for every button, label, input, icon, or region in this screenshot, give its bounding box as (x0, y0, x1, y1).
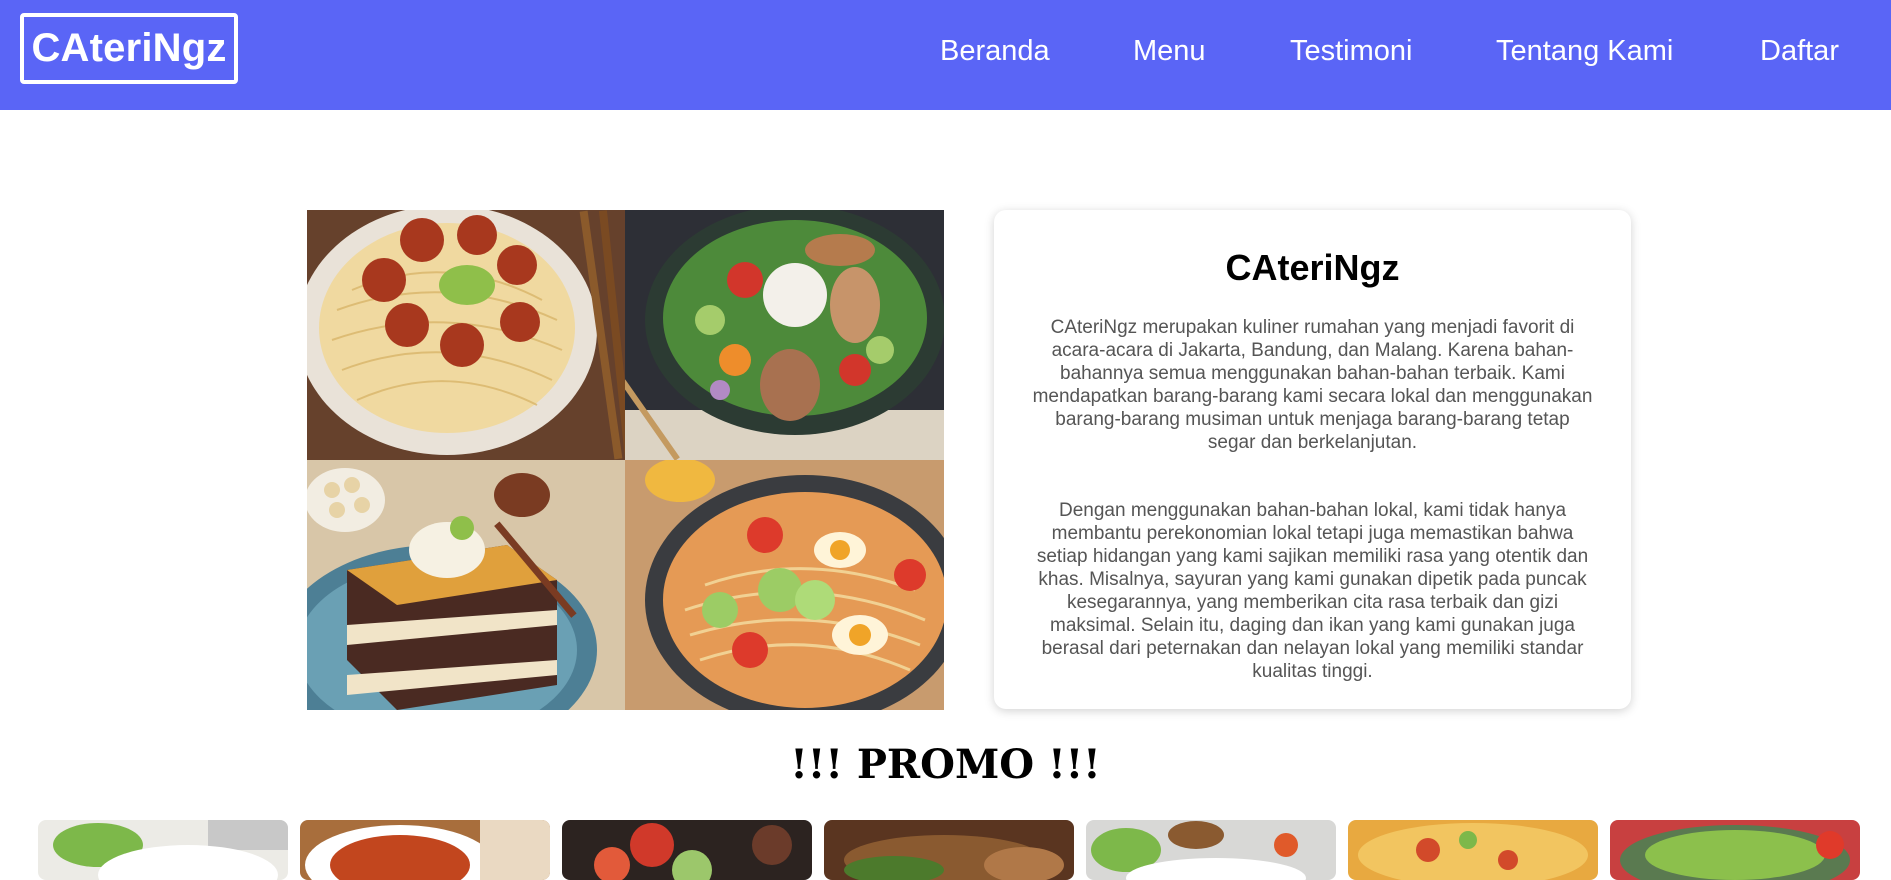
ramen-bowl-photo (625, 460, 944, 710)
nav-daftar[interactable]: Daftar (1760, 30, 1839, 72)
cake-slice-photo (307, 460, 625, 710)
nav-menu[interactable]: Menu (1133, 30, 1206, 72)
promo-card-1-image (38, 820, 288, 880)
promo-card-4-image (824, 820, 1074, 880)
promo-card-5-image (1086, 820, 1336, 880)
salad-bowl-photo (625, 210, 944, 460)
promo-card-7-image (1610, 820, 1860, 880)
brand-logo[interactable]: CAteriNgz (20, 13, 238, 84)
nav-beranda[interactable]: Beranda (940, 30, 1050, 72)
promo-card-5[interactable] (1086, 820, 1336, 880)
promo-title: !!! PROMO !!! (790, 741, 1101, 788)
promo-card-7[interactable] (1610, 820, 1860, 880)
promo-card-3-image (562, 820, 812, 880)
promo-card-row (38, 820, 1868, 880)
promo-card-6-image (1348, 820, 1598, 880)
promo-card-6[interactable] (1348, 820, 1598, 880)
nav-testimoni[interactable]: Testimoni (1290, 30, 1413, 72)
about-card: CAteriNgz CAteriNgz merupakan kuliner ru… (994, 210, 1631, 709)
nav-tentang-kami[interactable]: Tentang Kami (1496, 30, 1673, 72)
promo-card-1[interactable] (38, 820, 288, 880)
navbar: CAteriNgz Beranda Menu Testimoni Tentang… (0, 0, 1891, 110)
promo-card-2[interactable] (300, 820, 550, 880)
hero-food-collage-image (307, 210, 944, 710)
promo-card-3[interactable] (562, 820, 812, 880)
about-title: CAteriNgz (1225, 247, 1400, 288)
promo-card-4[interactable] (824, 820, 1074, 880)
spaghetti-meatballs-photo (307, 210, 625, 460)
about-paragraph-2: Dengan menggunakan bahan-bahan lokal, ka… (1036, 500, 1589, 682)
about-paragraph-1: CAteriNgz merupakan kuliner rumahan yang… (1032, 317, 1593, 453)
promo-card-2-image (300, 820, 550, 880)
